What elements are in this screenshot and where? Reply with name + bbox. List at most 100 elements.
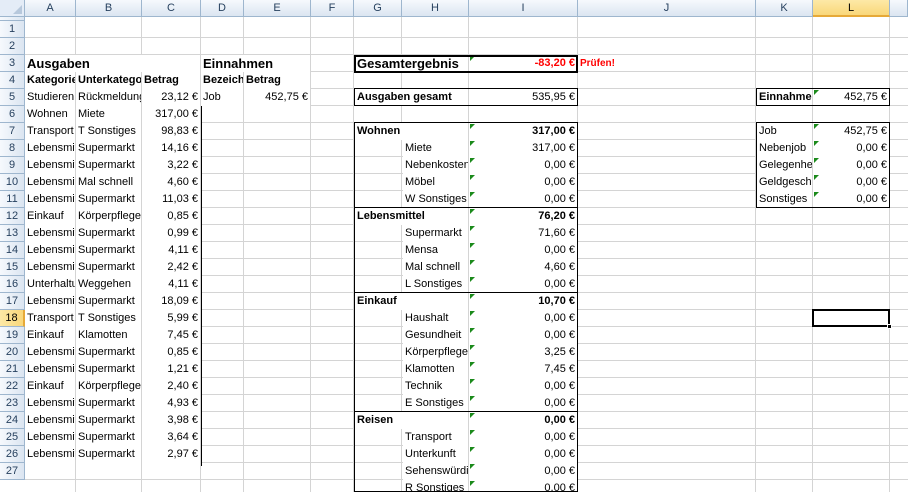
einnahme-kategorie-value[interactable]: 0,00 €	[813, 157, 889, 174]
row-header-18[interactable]: 18	[0, 310, 25, 327]
subcategory-value[interactable]: 0,00 €	[469, 429, 577, 446]
ausgabe-kategorie[interactable]: Lebensmittel	[25, 446, 75, 463]
ausgabe-betrag[interactable]: 4,60 €	[142, 174, 200, 191]
row-header-24[interactable]: 24	[0, 412, 25, 429]
header-betrag[interactable]: Betrag	[142, 72, 200, 89]
subcategory-label[interactable]: Mensa	[403, 242, 468, 259]
ausgabe-unterkategorie[interactable]: Supermarkt	[76, 157, 141, 174]
subcategory-label[interactable]: Körperpflege	[403, 344, 468, 361]
category-total[interactable]: 76,20 €	[469, 208, 577, 225]
row-header-15[interactable]: 15	[0, 259, 25, 276]
einnahme-bezeichnung[interactable]: Job	[201, 89, 243, 106]
subcategory-label[interactable]: Klamotten	[403, 361, 468, 378]
subcategory-value[interactable]: 0,00 €	[469, 174, 577, 191]
subcategory-label[interactable]: Haushalt	[403, 310, 468, 327]
category-lebensmittel[interactable]: Lebensmittel	[355, 208, 468, 225]
header-bezeichnung[interactable]: Bezeichnung	[201, 72, 243, 89]
row-header-19[interactable]: 19	[0, 327, 25, 344]
ausgabe-betrag[interactable]: 14,16 €	[142, 140, 200, 157]
category-einkauf[interactable]: Einkauf	[355, 293, 468, 310]
subcategory-label[interactable]: Mal schnell	[403, 259, 468, 276]
ausgabe-kategorie[interactable]: Lebensmittel	[25, 242, 75, 259]
ausgabe-kategorie[interactable]: Unterhaltung	[25, 276, 75, 293]
ausgabe-betrag[interactable]: 0,85 €	[142, 344, 200, 361]
ausgabe-unterkategorie[interactable]: Körperpflege	[76, 208, 141, 225]
subcategory-label[interactable]: E Sonstiges	[403, 395, 468, 412]
row-header-12[interactable]: 12	[0, 208, 25, 225]
column-header-e[interactable]: E	[244, 0, 311, 17]
ausgabe-unterkategorie[interactable]: Mal schnell	[76, 174, 141, 191]
row-header-20[interactable]: 20	[0, 344, 25, 361]
einnahme-kategorie-label[interactable]: Gelegenheitsjob	[757, 157, 812, 174]
row-header-5[interactable]: 5	[0, 89, 25, 106]
subcategory-label[interactable]: Transport	[403, 429, 468, 446]
ausgabe-unterkategorie[interactable]: Supermarkt	[76, 191, 141, 208]
ausgabe-unterkategorie[interactable]: Supermarkt	[76, 344, 141, 361]
row-header-9[interactable]: 9	[0, 157, 25, 174]
subcategory-value[interactable]: 0,00 €	[469, 191, 577, 208]
ausgaben-gesamt-value[interactable]: 535,95 €	[469, 89, 577, 106]
subcategory-label[interactable]: Gesundheit	[403, 327, 468, 344]
ausgabe-unterkategorie[interactable]: Rückmeldung	[76, 89, 141, 106]
ausgabe-kategorie[interactable]: Lebensmittel	[25, 344, 75, 361]
ausgabe-betrag[interactable]: 23,12 €	[142, 89, 200, 106]
ausgabe-unterkategorie[interactable]: Weggehen	[76, 276, 141, 293]
subcategory-label[interactable]: Nebenkosten	[403, 157, 468, 174]
ausgabe-kategorie[interactable]: Lebensmittel	[25, 225, 75, 242]
subcategory-value[interactable]: 317,00 €	[469, 140, 577, 157]
ausgabe-betrag[interactable]: 0,99 €	[142, 225, 200, 242]
einnahme-kategorie-value[interactable]: 452,75 €	[813, 123, 889, 140]
subcategory-value[interactable]: 0,00 €	[469, 310, 577, 327]
row-header-17[interactable]: 17	[0, 293, 25, 310]
ausgabe-betrag[interactable]: 4,11 €	[142, 242, 200, 259]
subcategory-label[interactable]: Supermarkt	[403, 225, 468, 242]
subcategory-label[interactable]: W Sonstiges	[403, 191, 468, 208]
column-header-overflow[interactable]	[890, 0, 908, 17]
ausgabe-kategorie[interactable]: Lebensmittel	[25, 412, 75, 429]
einnahme-kategorie-value[interactable]: 0,00 €	[813, 191, 889, 208]
header-unterkategorie[interactable]: Unterkategorie	[76, 72, 141, 89]
ausgabe-kategorie[interactable]: Wohnen	[25, 106, 75, 123]
subcategory-value[interactable]: 3,25 €	[469, 344, 577, 361]
ausgabe-unterkategorie[interactable]: Klamotten	[76, 327, 141, 344]
row-header-21[interactable]: 21	[0, 361, 25, 378]
subcategory-label[interactable]: Unterkunft	[403, 446, 468, 463]
category-wohnen[interactable]: Wohnen	[355, 123, 468, 140]
ausgabe-kategorie[interactable]: Lebensmittel	[25, 361, 75, 378]
ausgabe-betrag[interactable]: 18,09 €	[142, 293, 200, 310]
ausgabe-unterkategorie[interactable]: Supermarkt	[76, 259, 141, 276]
row-header-4[interactable]: 4	[0, 72, 25, 89]
subcategory-label[interactable]: Technik	[403, 378, 468, 395]
ausgabe-betrag[interactable]: 0,85 €	[142, 208, 200, 225]
active-cell-selection[interactable]	[812, 309, 890, 327]
category-total[interactable]: 317,00 €	[469, 123, 577, 140]
column-header-f[interactable]: F	[311, 0, 354, 17]
ausgabe-betrag[interactable]: 1,21 €	[142, 361, 200, 378]
ausgabe-betrag[interactable]: 7,45 €	[142, 327, 200, 344]
column-header-b[interactable]: B	[76, 0, 142, 17]
subcategory-value[interactable]: 71,60 €	[469, 225, 577, 242]
ausgabe-unterkategorie[interactable]: Supermarkt	[76, 412, 141, 429]
column-header-l[interactable]: L	[813, 0, 890, 17]
row-header-16[interactable]: 16	[0, 276, 25, 293]
ausgabe-betrag[interactable]: 3,64 €	[142, 429, 200, 446]
row-header-11[interactable]: 11	[0, 191, 25, 208]
subcategory-label[interactable]: Sehenswürdigkeiten	[403, 463, 468, 480]
subcategory-value[interactable]: 0,00 €	[469, 395, 577, 412]
ausgabe-kategorie[interactable]: Einkauf	[25, 327, 75, 344]
ausgabe-kategorie[interactable]: Lebensmittel	[25, 259, 75, 276]
einnahme-kategorie-value[interactable]: 0,00 €	[813, 140, 889, 157]
ausgabe-betrag[interactable]: 4,11 €	[142, 276, 200, 293]
subcategory-value[interactable]: 0,00 €	[469, 463, 577, 480]
subcategory-value[interactable]: 0,00 €	[469, 157, 577, 174]
ausgabe-betrag[interactable]: 317,00 €	[142, 106, 200, 123]
header-einnahmen-betrag[interactable]: Betrag	[244, 72, 310, 89]
ausgabe-betrag[interactable]: 2,42 €	[142, 259, 200, 276]
row-header-22[interactable]: 22	[0, 378, 25, 395]
fill-handle[interactable]	[887, 324, 892, 329]
ausgabe-unterkategorie[interactable]: Supermarkt	[76, 429, 141, 446]
column-header-a[interactable]: A	[25, 0, 76, 17]
ausgabe-unterkategorie[interactable]: T Sonstiges	[76, 310, 141, 327]
ausgabe-kategorie[interactable]: Lebensmittel	[25, 174, 75, 191]
ausgabe-betrag[interactable]: 3,98 €	[142, 412, 200, 429]
